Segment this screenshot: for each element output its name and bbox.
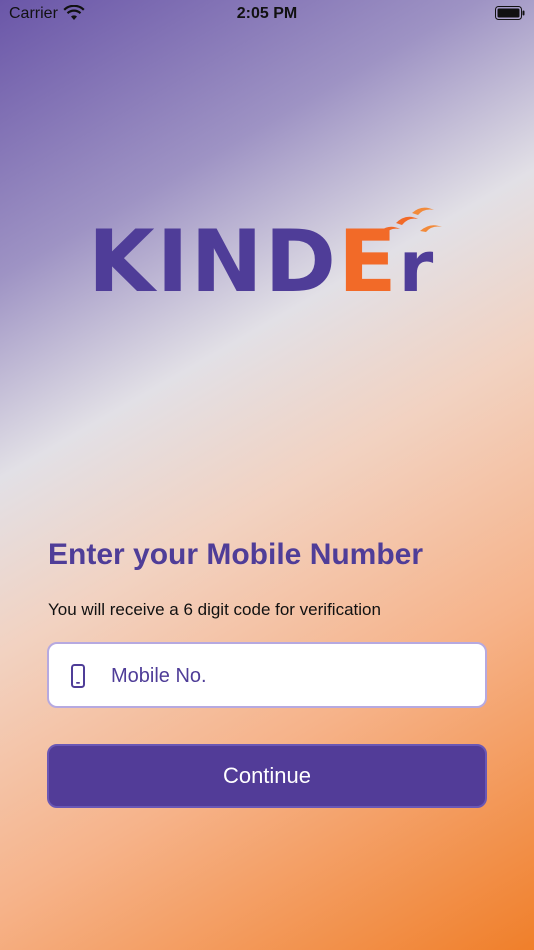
status-bar: Carrier 2:05 PM — [0, 0, 534, 28]
continue-button[interactable]: Continue — [47, 744, 487, 808]
mobile-number-input[interactable] — [109, 644, 473, 708]
verification-hint: You will receive a 6 digit code for veri… — [48, 600, 381, 619]
page-title: Enter your Mobile Number — [48, 538, 424, 571]
phone-icon — [71, 664, 85, 688]
battery-icon — [495, 6, 525, 20]
clock: 2:05 PM — [236, 5, 298, 22]
mobile-field[interactable] — [47, 642, 487, 708]
birds-icon — [378, 207, 442, 235]
kinder-logo: KINDEr — [84, 205, 450, 305]
